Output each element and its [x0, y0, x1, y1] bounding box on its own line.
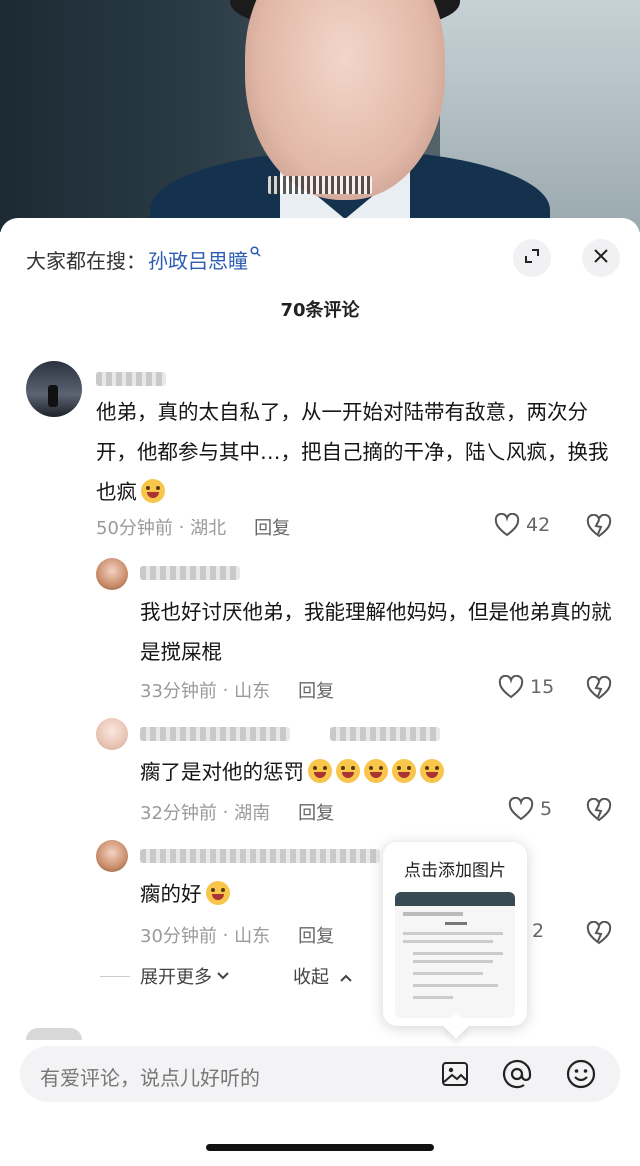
- comment-location: 湖北: [190, 518, 227, 539]
- comment-text: 瘸了是对他的惩罚: [140, 752, 620, 792]
- comment-time: 32分钟前: [140, 803, 217, 824]
- crying-laughing-emoji-icon: [205, 881, 230, 905]
- comment-time: 33分钟前: [140, 681, 217, 702]
- comment-text: 我也好讨厌他弟，我能理解他妈妈，但是他弟真的就是搅屎棍: [140, 600, 612, 664]
- video-player[interactable]: [0, 0, 640, 232]
- username-blurred[interactable]: [140, 727, 290, 741]
- like-button[interactable]: 42: [494, 513, 550, 537]
- dislike-icon: [586, 920, 612, 945]
- laughing-emoji-icon: [308, 759, 332, 783]
- comment-time: 30分钟前: [140, 926, 217, 947]
- avatar[interactable]: [26, 1028, 82, 1040]
- dislike-button[interactable]: [586, 513, 612, 542]
- comment-text: 他弟，真的太自私了，从一开始对陆带有敌意，两次分开，他都参与其中…，把自己摘的干…: [96, 400, 609, 504]
- avatar[interactable]: [96, 558, 128, 590]
- tooltip-title: 点击添加图片: [404, 861, 506, 881]
- collapse-replies-button[interactable]: 收起: [293, 963, 353, 989]
- home-indicator[interactable]: [206, 1144, 434, 1151]
- heart-icon: [498, 675, 524, 699]
- like-count: 42: [526, 514, 551, 536]
- reply-button[interactable]: 回复: [298, 799, 334, 825]
- trending-search-prefix: 大家都在搜：: [26, 248, 146, 273]
- reply-button[interactable]: 回复: [298, 922, 334, 948]
- expand-button[interactable]: [513, 239, 551, 277]
- heart-icon: [494, 513, 520, 537]
- dislike-icon: [586, 513, 612, 538]
- username-blurred[interactable]: [140, 566, 240, 580]
- video-subtitle-blurred: [268, 176, 372, 194]
- like-button[interactable]: 5: [508, 797, 552, 821]
- add-image-tooltip[interactable]: 点击添加图片: [383, 842, 527, 1026]
- avatar[interactable]: [26, 361, 82, 417]
- like-button[interactable]: 15: [498, 675, 554, 699]
- username-blurred[interactable]: [140, 849, 380, 863]
- close-icon: [592, 247, 610, 269]
- trending-search-term[interactable]: 孙政吕思瞳: [148, 245, 248, 274]
- dislike-button[interactable]: [586, 920, 612, 949]
- heart-icon: [508, 797, 534, 821]
- comment-time: 50分钟前: [96, 518, 173, 539]
- comment-meta: 33分钟前 · 山东 回复: [140, 677, 334, 703]
- crying-emoji-icon: [141, 479, 165, 503]
- laughing-emoji-icon: [392, 759, 416, 783]
- dislike-button[interactable]: [586, 675, 612, 704]
- like-count: 15: [530, 676, 555, 698]
- dislike-button[interactable]: [586, 797, 612, 826]
- laughing-emoji-icon: [420, 759, 444, 783]
- like-count: 2: [532, 920, 545, 942]
- expand-icon: [523, 247, 541, 269]
- comment-location: 山东: [234, 681, 271, 702]
- emoji-icon[interactable]: [565, 1058, 597, 1094]
- comment-meta: 50分钟前 · 湖北 回复: [96, 514, 290, 540]
- divider: [100, 975, 130, 977]
- expand-replies-label: 展开更多: [140, 967, 212, 988]
- chevron-up-icon: [340, 974, 352, 982]
- avatar[interactable]: [96, 718, 128, 750]
- comment-text: 瘸的好: [140, 874, 380, 914]
- at-icon[interactable]: [501, 1058, 533, 1094]
- comment-count: 70条评论: [280, 300, 360, 321]
- trending-search[interactable]: 大家都在搜： 孙政吕思瞳: [26, 244, 261, 274]
- like-count: 5: [540, 798, 553, 820]
- comment-location: 山东: [234, 926, 271, 947]
- username-blurred[interactable]: [96, 372, 166, 386]
- screenshot-thumbnail[interactable]: [395, 892, 515, 1018]
- close-button[interactable]: [582, 239, 620, 277]
- reply-target-blurred[interactable]: [330, 727, 440, 741]
- image-icon[interactable]: [440, 1059, 470, 1093]
- laughing-emoji-icon: [364, 759, 388, 783]
- comment-location: 湖南: [234, 803, 271, 824]
- comment-input-placeholder: 有爱评论，说点儿好听的: [40, 1066, 260, 1090]
- collapse-replies-label: 收起: [293, 967, 329, 988]
- comment-meta: 32分钟前 · 湖南 回复: [140, 799, 334, 825]
- reply-button[interactable]: 回复: [298, 677, 334, 703]
- reply-button[interactable]: 回复: [254, 514, 290, 540]
- avatar[interactable]: [96, 840, 128, 872]
- expand-replies-button[interactable]: 展开更多: [100, 963, 230, 989]
- dislike-icon: [586, 675, 612, 700]
- chevron-down-icon: [217, 972, 229, 980]
- like-button[interactable]: 2: [532, 920, 544, 942]
- comment-input[interactable]: 有爱评论，说点儿好听的: [20, 1046, 620, 1102]
- search-icon: [250, 246, 261, 260]
- dislike-icon: [586, 797, 612, 822]
- comment-meta: 30分钟前 · 山东 回复: [140, 922, 334, 948]
- laughing-emoji-icon: [336, 759, 360, 783]
